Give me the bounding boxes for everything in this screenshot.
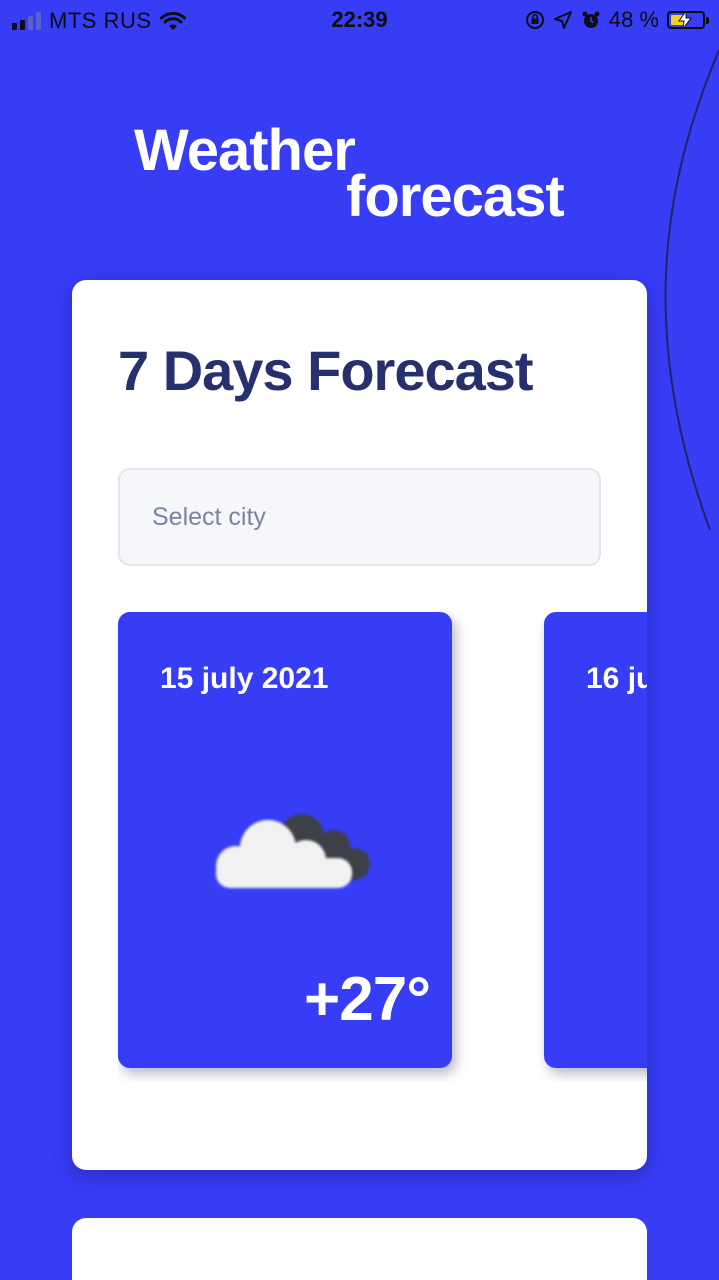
day-card[interactable]: 16 july 2021 [544, 612, 647, 1068]
status-right: 48 % [525, 7, 709, 33]
secondary-card [72, 1218, 647, 1280]
forecast-heading: 7 Days Forecast [118, 339, 534, 402]
decorative-curve [664, 49, 719, 531]
alarm-icon [582, 11, 600, 28]
forecast-card: 7 Days Forecast 15 july 2021 [72, 280, 647, 1170]
app-title-line1: Weather [134, 118, 356, 183]
status-bar: MTS RUS 22:39 48 % [0, 0, 719, 40]
day-card[interactable]: 15 july 2021 +27° [118, 612, 452, 1068]
battery-icon [667, 11, 709, 29]
day-date: 16 july 2021 [586, 662, 647, 695]
location-arrow-icon [553, 11, 572, 29]
partly-cloudy-icon [216, 814, 370, 888]
city-select-input[interactable] [118, 468, 601, 566]
day-date: 15 july 2021 [160, 662, 329, 695]
app-screen: MTS RUS 22:39 48 % Weather forecast 7 Da… [0, 0, 719, 1280]
battery-percent: 48 % [608, 7, 659, 32]
forecast-carousel[interactable]: 15 july 2021 +27° 16 ju [118, 612, 647, 1082]
app-title-line2: forecast [346, 164, 565, 229]
charging-bolt-icon [678, 11, 692, 29]
day-temperature: +27° [304, 965, 431, 1034]
rotation-lock-icon [525, 11, 544, 29]
